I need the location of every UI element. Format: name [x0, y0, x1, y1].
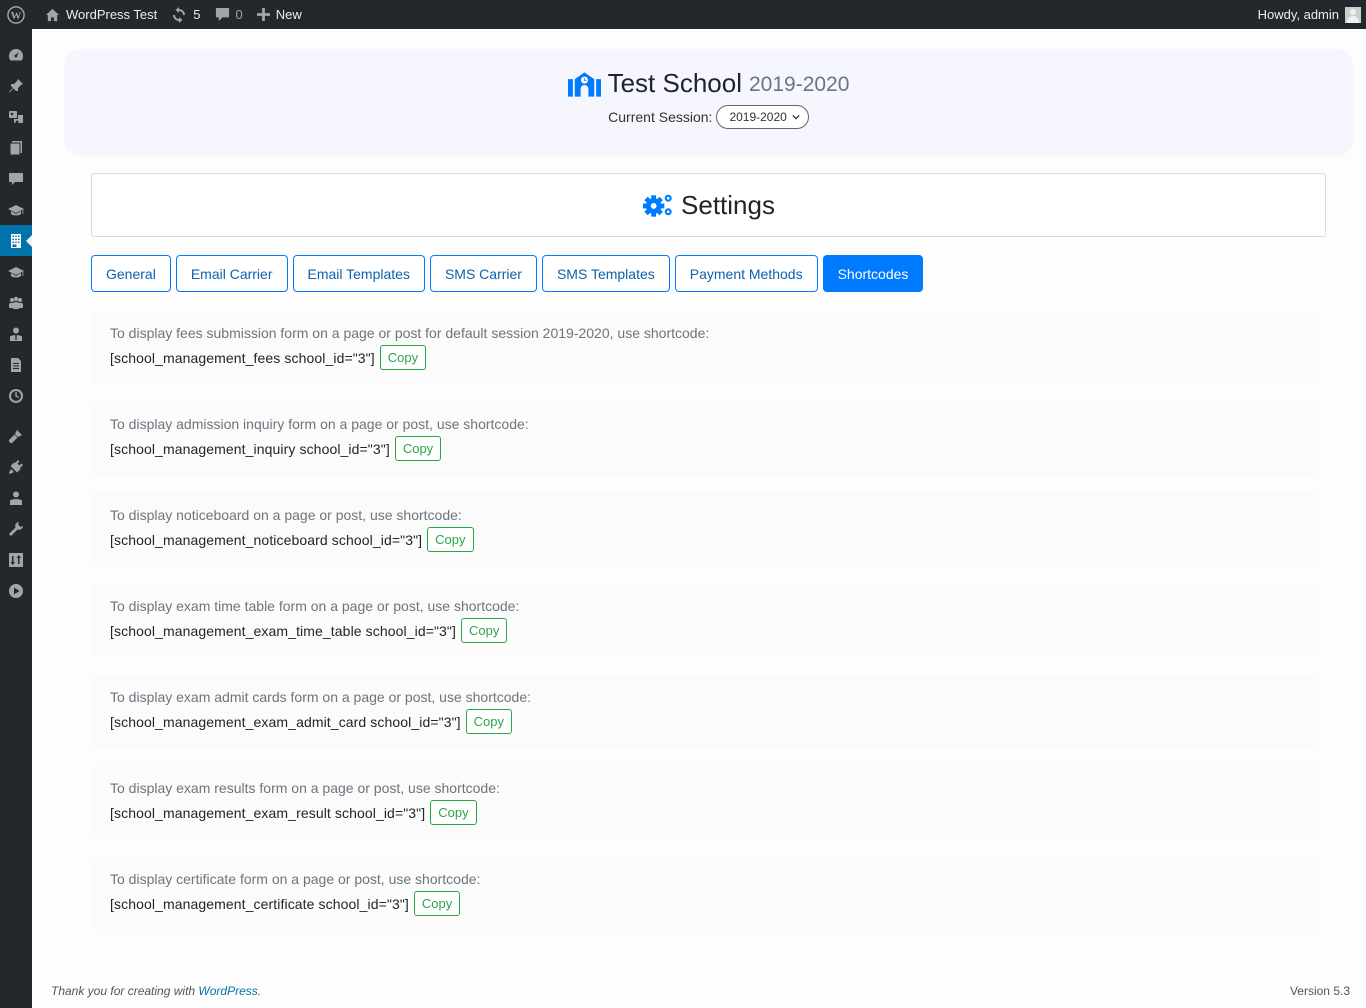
- copy-button[interactable]: Copy: [430, 800, 477, 825]
- tab-shortcodes[interactable]: Shortcodes: [822, 255, 924, 292]
- footer-version: Version 5.3: [1289, 984, 1350, 998]
- media-icon[interactable]: [0, 101, 32, 132]
- gears-icon: [642, 194, 672, 217]
- shortcode-code: [school_management_inquiry school_id="3"…: [110, 440, 390, 457]
- dashboard-icon[interactable]: [0, 39, 32, 70]
- settings-title-card: Settings: [91, 173, 1326, 237]
- chevron-down-icon: [792, 114, 800, 120]
- main-content: Test School 2019-2020 Current Session: 2…: [32, 29, 1366, 1008]
- tab-payment-methods[interactable]: Payment Methods: [674, 255, 818, 292]
- plugins-icon[interactable]: [0, 451, 32, 482]
- session-select[interactable]: 2019-2020: [716, 105, 809, 129]
- updates-link[interactable]: 5: [164, 0, 207, 29]
- admin-menu: [0, 29, 32, 1008]
- copy-button[interactable]: Copy: [379, 345, 427, 370]
- comments-link[interactable]: 0: [208, 0, 250, 29]
- shortcode-list: To display fees submission form on a pag…: [91, 311, 1319, 948]
- settings-icon[interactable]: [0, 544, 32, 575]
- wordpress-link[interactable]: WordPress: [198, 984, 257, 998]
- footer-thanks-text: Thank you for creating with: [51, 984, 199, 998]
- svg-text:W: W: [11, 10, 22, 22]
- plus-icon: [256, 8, 270, 21]
- shortcode-item-noticeboard: To display noticeboard on a page or post…: [91, 493, 1319, 566]
- shortcode-code: [school_management_certificate school_id…: [110, 895, 409, 912]
- copy-button[interactable]: Copy: [394, 436, 442, 461]
- clock-icon[interactable]: [0, 380, 32, 411]
- wordpress-logo-icon: W: [7, 5, 25, 24]
- shortcode-description: To display certificate form on a page or…: [110, 871, 481, 887]
- tools-icon[interactable]: [0, 513, 32, 544]
- footer-period: .: [257, 984, 262, 998]
- school-icon: [567, 71, 601, 97]
- shortcode-code: [school_management_fees school_id="3"]: [110, 349, 375, 366]
- my-account-menu[interactable]: Howdy, admin: [1251, 0, 1366, 29]
- tab-sms-templates[interactable]: SMS Templates: [541, 255, 670, 292]
- staff-icon[interactable]: [0, 318, 32, 349]
- updates-count: 5: [193, 7, 201, 22]
- shortcode-description: To display noticeboard on a page or post…: [110, 507, 462, 523]
- pages-icon[interactable]: [0, 132, 32, 163]
- play-icon[interactable]: [0, 575, 32, 606]
- settings-tabs: General Email Carrier Email Templates SM…: [91, 255, 928, 292]
- wp-logo-menu[interactable]: W: [0, 0, 38, 29]
- shortcode-item-fees: To display fees submission form on a pag…: [91, 311, 1319, 384]
- comment-icon: [215, 7, 230, 22]
- groups-icon[interactable]: [0, 287, 32, 318]
- shortcode-code: [school_management_exam_time_table schoo…: [110, 622, 456, 639]
- home-icon: [45, 8, 60, 22]
- shortcode-description: To display exam time table form on a pag…: [110, 598, 520, 614]
- school-name: Test School: [607, 68, 742, 98]
- shortcode-code: [school_management_exam_result school_id…: [110, 804, 426, 821]
- graduation-cap-icon[interactable]: [0, 194, 32, 225]
- document-icon[interactable]: [0, 349, 32, 380]
- tab-email-templates[interactable]: Email Templates: [292, 255, 425, 292]
- copy-button[interactable]: Copy: [465, 709, 513, 734]
- shortcode-item-inquiry: To display admission inquiry form on a p…: [91, 402, 1319, 475]
- shortcode-description: To display admission inquiry form on a p…: [110, 416, 529, 432]
- users-icon[interactable]: [0, 482, 32, 513]
- school-session: 2019-2020: [748, 73, 850, 96]
- shortcode-description: To display fees submission form on a pag…: [110, 325, 710, 341]
- tab-general[interactable]: General: [91, 255, 171, 292]
- appearance-icon[interactable]: [0, 420, 32, 451]
- new-label: New: [275, 7, 302, 22]
- copy-button[interactable]: Copy: [427, 527, 474, 552]
- admin-bar: W WordPress Test 5 0 New Howdy, admin: [0, 0, 1366, 29]
- comments-count: 0: [235, 7, 243, 22]
- tab-sms-carrier[interactable]: SMS Carrier: [429, 255, 537, 292]
- shortcode-item-certificate: To display certificate form on a page or…: [91, 857, 1319, 930]
- pin-icon[interactable]: [0, 70, 32, 101]
- updates-icon: [171, 6, 187, 23]
- site-name-link[interactable]: WordPress Test: [38, 0, 164, 29]
- avatar: [1345, 6, 1361, 23]
- school-building-icon[interactable]: [0, 225, 32, 256]
- settings-title: Settings: [681, 189, 775, 220]
- shortcode-description: To display exam admit cards form on a pa…: [110, 689, 531, 705]
- comments-icon[interactable]: [0, 163, 32, 194]
- graduation-cap-icon[interactable]: [0, 256, 32, 287]
- footer-thanks: Thank you for creating with WordPress.: [51, 984, 261, 998]
- site-name: WordPress Test: [66, 7, 158, 22]
- shortcode-item-exam-time-table: To display exam time table form on a pag…: [91, 584, 1319, 657]
- shortcode-description: To display exam results form on a page o…: [110, 780, 500, 796]
- copy-button[interactable]: Copy: [461, 618, 508, 643]
- shortcode-item-exam-admit-card: To display exam admit cards form on a pa…: [91, 675, 1319, 748]
- current-session-label: Current Session:: [608, 109, 713, 125]
- session-select-value: 2019-2020: [729, 110, 787, 124]
- shortcode-code: [school_management_exam_admit_card schoo…: [110, 713, 461, 730]
- school-header: Test School 2019-2020 Current Session: 2…: [64, 49, 1353, 156]
- tab-email-carrier[interactable]: Email Carrier: [175, 255, 288, 292]
- new-content-link[interactable]: New: [250, 0, 309, 29]
- copy-button[interactable]: Copy: [413, 891, 461, 916]
- shortcode-item-exam-result: To display exam results form on a page o…: [91, 766, 1319, 839]
- howdy-text: Howdy, admin: [1257, 7, 1339, 22]
- shortcode-code: [school_management_noticeboard school_id…: [110, 531, 423, 548]
